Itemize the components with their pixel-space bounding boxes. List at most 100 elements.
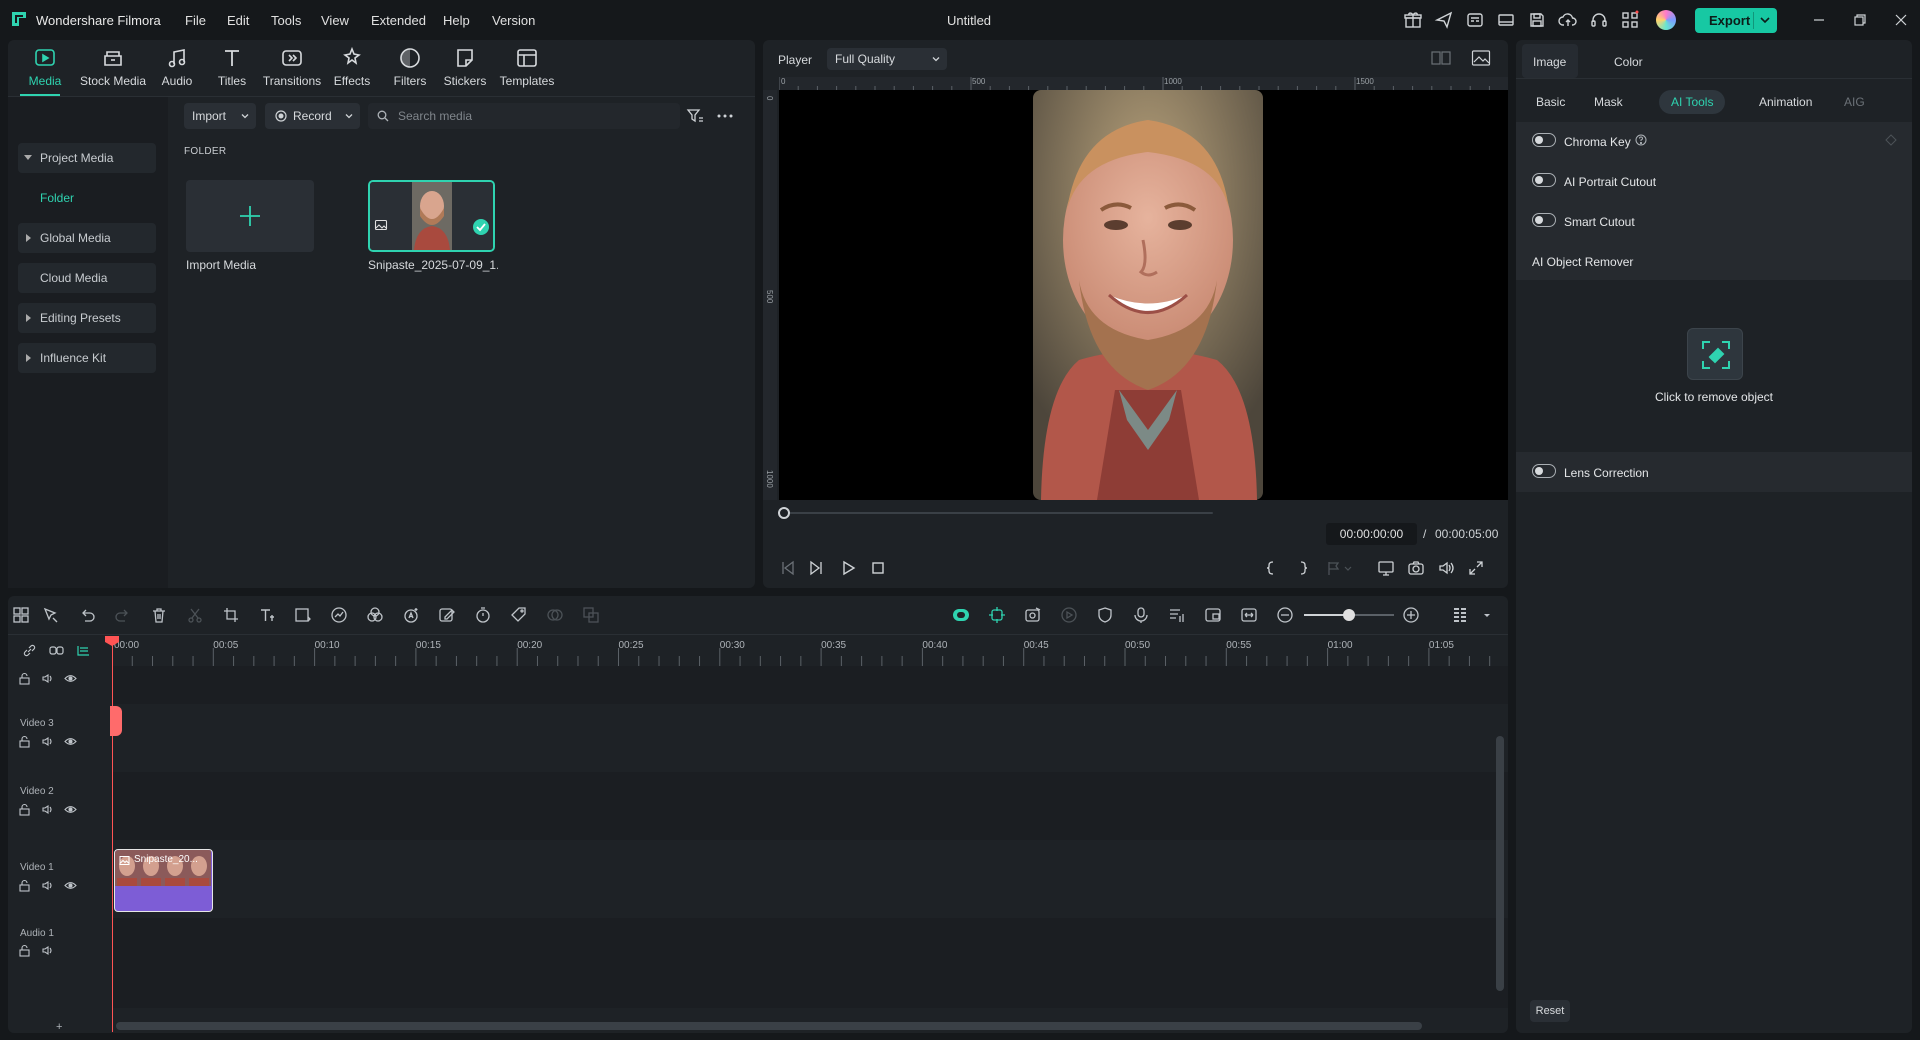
select-tool-icon[interactable] xyxy=(42,606,60,624)
play-icon[interactable] xyxy=(839,559,857,577)
ai-tool-icon[interactable] xyxy=(402,606,420,624)
tab-audio[interactable]: Audio xyxy=(147,46,207,88)
more-icon[interactable] xyxy=(716,107,734,125)
link-icon[interactable] xyxy=(22,643,37,658)
microphone-icon[interactable] xyxy=(1132,606,1150,624)
menu-view[interactable]: View xyxy=(321,13,349,28)
shape-tool-icon[interactable] xyxy=(294,606,312,624)
timer-icon[interactable] xyxy=(474,606,492,624)
chevron-down-icon[interactable] xyxy=(1343,559,1353,577)
export-button[interactable]: Export xyxy=(1695,8,1777,33)
track-layout-icon[interactable] xyxy=(1452,606,1470,624)
cut-icon[interactable] xyxy=(186,606,204,624)
edit-icon[interactable] xyxy=(438,606,456,624)
subtab-animation[interactable]: Animation xyxy=(1747,90,1824,114)
render-preview-icon[interactable] xyxy=(1060,606,1078,624)
fit-timeline-icon[interactable] xyxy=(1240,606,1258,624)
lens-correction-toggle[interactable] xyxy=(1532,464,1556,478)
keyframe-diamond-icon[interactable] xyxy=(1885,134,1897,146)
eye-icon[interactable] xyxy=(64,672,77,685)
previous-frame-icon[interactable] xyxy=(779,559,797,577)
track-height-icon[interactable] xyxy=(76,643,91,658)
pip-icon[interactable] xyxy=(1204,606,1222,624)
delete-icon[interactable] xyxy=(150,606,168,624)
menu-help[interactable]: Help xyxy=(443,13,470,28)
split-view-icon[interactable] xyxy=(1431,50,1451,66)
sidebar-item-folder[interactable]: Folder xyxy=(18,183,156,213)
unlink-icon[interactable] xyxy=(49,643,64,658)
layout-icon[interactable] xyxy=(1496,10,1516,30)
mask-tool-icon[interactable] xyxy=(546,606,564,624)
display-icon[interactable] xyxy=(1377,559,1395,577)
filter-icon[interactable] xyxy=(686,107,704,125)
lock-icon[interactable] xyxy=(18,735,31,748)
crop-icon[interactable] xyxy=(222,606,240,624)
sidebar-item-cloud-media[interactable]: Cloud Media xyxy=(18,263,156,293)
tab-stock-media[interactable]: Stock Media xyxy=(73,46,153,88)
track-row-top[interactable] xyxy=(112,666,1508,704)
remove-object-button[interactable] xyxy=(1687,328,1743,380)
speed-ramp-icon[interactable] xyxy=(330,606,348,624)
avatar[interactable] xyxy=(1656,10,1676,30)
zoom-slider-handle[interactable] xyxy=(1343,609,1355,621)
media-clip-thumbnail[interactable] xyxy=(368,180,495,252)
tab-transitions[interactable]: Transitions xyxy=(256,46,328,88)
import-media-tile[interactable] xyxy=(186,180,314,252)
add-track-icon[interactable]: + xyxy=(56,1021,62,1033)
record-dropdown[interactable]: Record xyxy=(265,103,360,129)
tab-titles[interactable]: Titles xyxy=(202,46,262,88)
redo-icon[interactable] xyxy=(114,606,132,624)
track-row-video1[interactable] xyxy=(112,840,1508,918)
mark-out-icon[interactable] xyxy=(1294,559,1312,577)
import-dropdown[interactable]: Import xyxy=(184,103,256,129)
timeline-clip[interactable]: Snipaste_20... xyxy=(114,849,213,912)
eye-icon[interactable] xyxy=(64,879,77,892)
fullscreen-icon[interactable] xyxy=(1467,559,1485,577)
menu-version[interactable]: Version xyxy=(492,13,535,28)
cloud-upload-icon[interactable] xyxy=(1558,10,1578,30)
lock-icon[interactable] xyxy=(18,944,31,957)
subtab-ai-tools[interactable]: AI Tools xyxy=(1659,90,1726,114)
tab-effects[interactable]: Effects xyxy=(322,46,382,88)
eye-icon[interactable] xyxy=(64,735,77,748)
audio-mix-icon[interactable] xyxy=(1168,606,1186,624)
sidebar-item-global-media[interactable]: Global Media xyxy=(18,223,156,253)
tag-icon[interactable] xyxy=(510,606,528,624)
menu-file[interactable]: File xyxy=(185,13,206,28)
lock-icon[interactable] xyxy=(18,672,31,685)
lock-icon[interactable] xyxy=(18,803,31,816)
chevron-down-icon[interactable] xyxy=(1758,13,1772,27)
subtab-aig[interactable]: AIG xyxy=(1832,90,1877,114)
minimize-icon[interactable] xyxy=(1810,11,1828,29)
color-match-icon[interactable] xyxy=(366,606,384,624)
track-row-video2[interactable] xyxy=(112,772,1508,840)
camera-icon[interactable] xyxy=(1407,559,1425,577)
current-time[interactable]: 00:00:00:00 xyxy=(1326,523,1417,545)
menu-extended[interactable]: Extended xyxy=(371,13,426,28)
send-icon[interactable] xyxy=(1434,10,1454,30)
sidebar-item-editing-presets[interactable]: Editing Presets xyxy=(18,303,156,333)
translate-icon[interactable] xyxy=(582,606,600,624)
sidebar-item-project-media[interactable]: Project Media xyxy=(18,143,156,173)
zoom-in-icon[interactable] xyxy=(1402,606,1420,624)
grid-icon[interactable] xyxy=(1620,10,1640,30)
menu-edit[interactable]: Edit xyxy=(227,13,249,28)
lock-icon[interactable] xyxy=(18,879,31,892)
playhead[interactable] xyxy=(112,636,113,1032)
smart-cutout-toggle[interactable] xyxy=(1532,213,1556,227)
video-preview[interactable] xyxy=(779,90,1508,500)
tab-stickers[interactable]: Stickers xyxy=(435,46,495,88)
search-input[interactable]: Search media xyxy=(368,103,680,129)
speaker-icon[interactable] xyxy=(41,879,54,892)
help-icon[interactable] xyxy=(1635,134,1647,146)
scrubber-handle[interactable] xyxy=(778,507,790,519)
speaker-icon[interactable] xyxy=(41,672,54,685)
close-icon[interactable] xyxy=(1892,11,1910,29)
track-row-audio1[interactable] xyxy=(112,918,1508,1008)
horizontal-scrollbar[interactable] xyxy=(116,1022,1422,1030)
menu-tools[interactable]: Tools xyxy=(271,13,301,28)
tab-filters[interactable]: Filters xyxy=(380,46,440,88)
tab-media[interactable]: Media xyxy=(15,46,75,88)
headset-icon[interactable] xyxy=(1589,10,1609,30)
shield-icon[interactable] xyxy=(1096,606,1114,624)
